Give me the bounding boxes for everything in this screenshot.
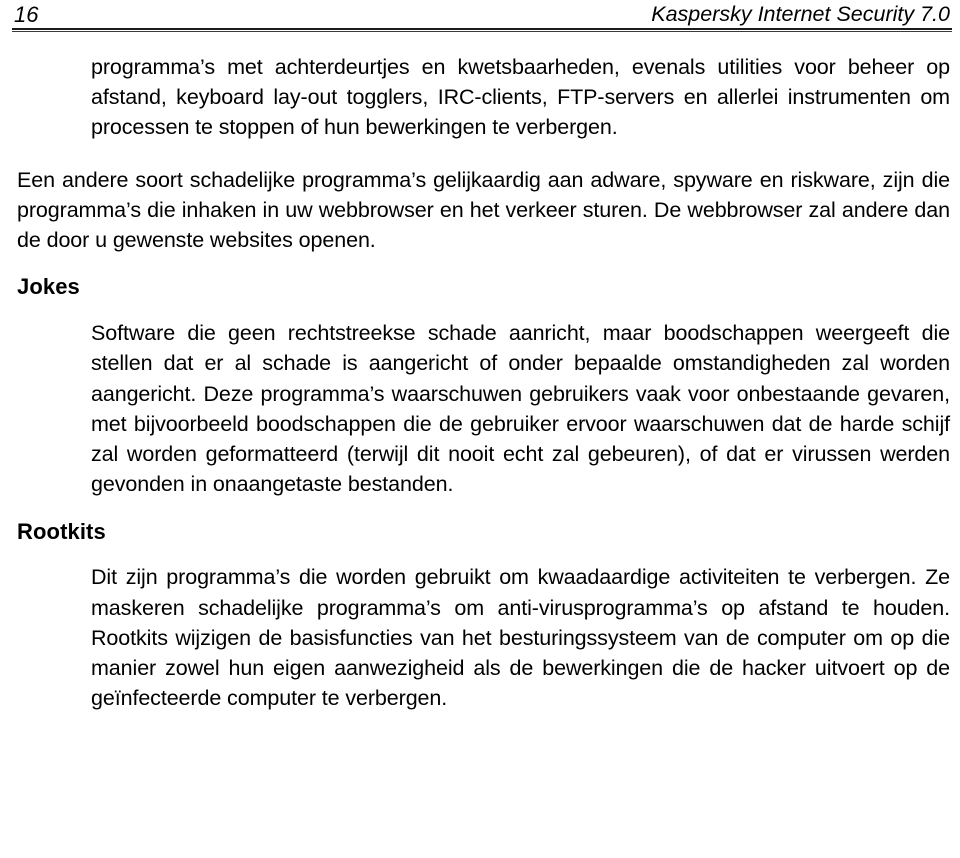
heading-rootkits: Rootkits (17, 519, 106, 545)
paragraph-backdoors: programma’s met achterdeurtjes en kwetsb… (91, 55, 950, 140)
document-page: 16 Kaspersky Internet Security 7.0 progr… (0, 0, 960, 858)
page-body: programma’s met achterdeurtjes en kwetsb… (0, 52, 960, 713)
paragraph-rootkits: Dit zijn programma’s die worden gebruikt… (91, 565, 950, 711)
paragraph-adware-spyware: Een andere soort schadelijke programma’s… (17, 167, 950, 253)
page-running-header: 16 Kaspersky Internet Security 7.0 (14, 2, 950, 28)
rule-thin-line (12, 31, 952, 32)
document-title: Kaspersky Internet Security 7.0 (651, 2, 950, 26)
page-number: 16 (14, 2, 39, 27)
header-divider-rule (12, 28, 952, 32)
heading-jokes: Jokes (17, 274, 80, 300)
paragraph-jokes: Software die geen rechtstreekse schade a… (91, 321, 950, 497)
